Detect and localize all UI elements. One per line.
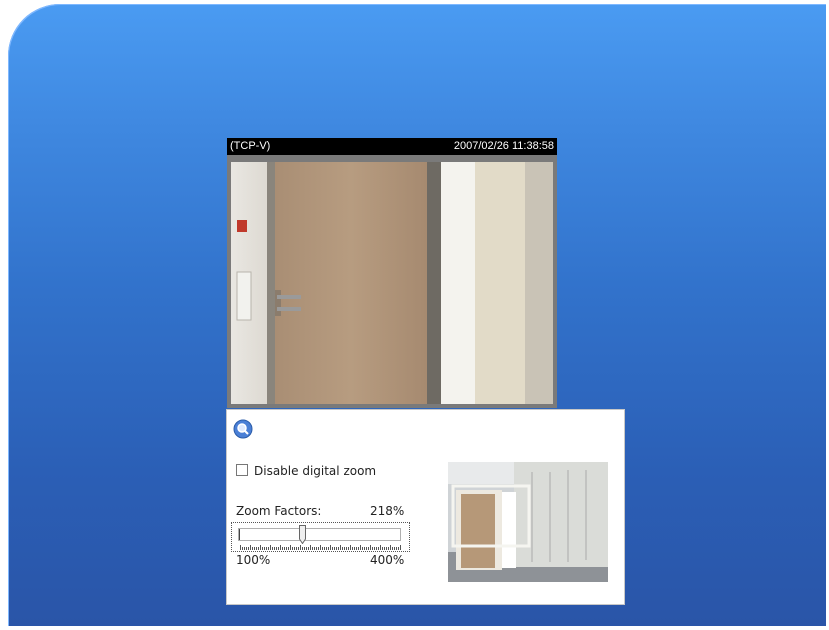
zoom-factor-slider[interactable] (231, 522, 410, 552)
zoom-factor-label: Zoom Factors: (236, 504, 322, 518)
live-video-image[interactable] (231, 162, 553, 404)
video-frame-picture (231, 162, 553, 404)
timestamp-label: 2007/02/26 11:38:58 (453, 140, 554, 152)
slider-track[interactable] (238, 528, 401, 541)
digital-zoom-panel: Disable digital zoom Zoom Factors: 218% … (226, 409, 625, 605)
slider-min-label: 100% (236, 553, 271, 567)
disable-zoom-label: Disable digital zoom (254, 464, 377, 478)
zoom-overview-image[interactable] (448, 462, 608, 582)
protocol-label: (TCP-V) (230, 140, 271, 152)
slider-thumb[interactable] (298, 525, 306, 544)
slider-ticks (240, 545, 401, 550)
video-viewer: (TCP-V) 2007/02/26 11:38:58 (227, 138, 557, 408)
overview-picture (448, 462, 608, 582)
disable-zoom-row[interactable]: Disable digital zoom (236, 464, 376, 478)
magnifier-icon[interactable] (233, 419, 253, 439)
video-caption-bar: (TCP-V) 2007/02/26 11:38:58 (227, 138, 557, 155)
slider-max-label: 400% (370, 553, 405, 567)
disable-zoom-checkbox[interactable] (236, 464, 248, 476)
slider-track-start (239, 529, 240, 540)
zoom-factor-value: 218% (370, 504, 405, 518)
